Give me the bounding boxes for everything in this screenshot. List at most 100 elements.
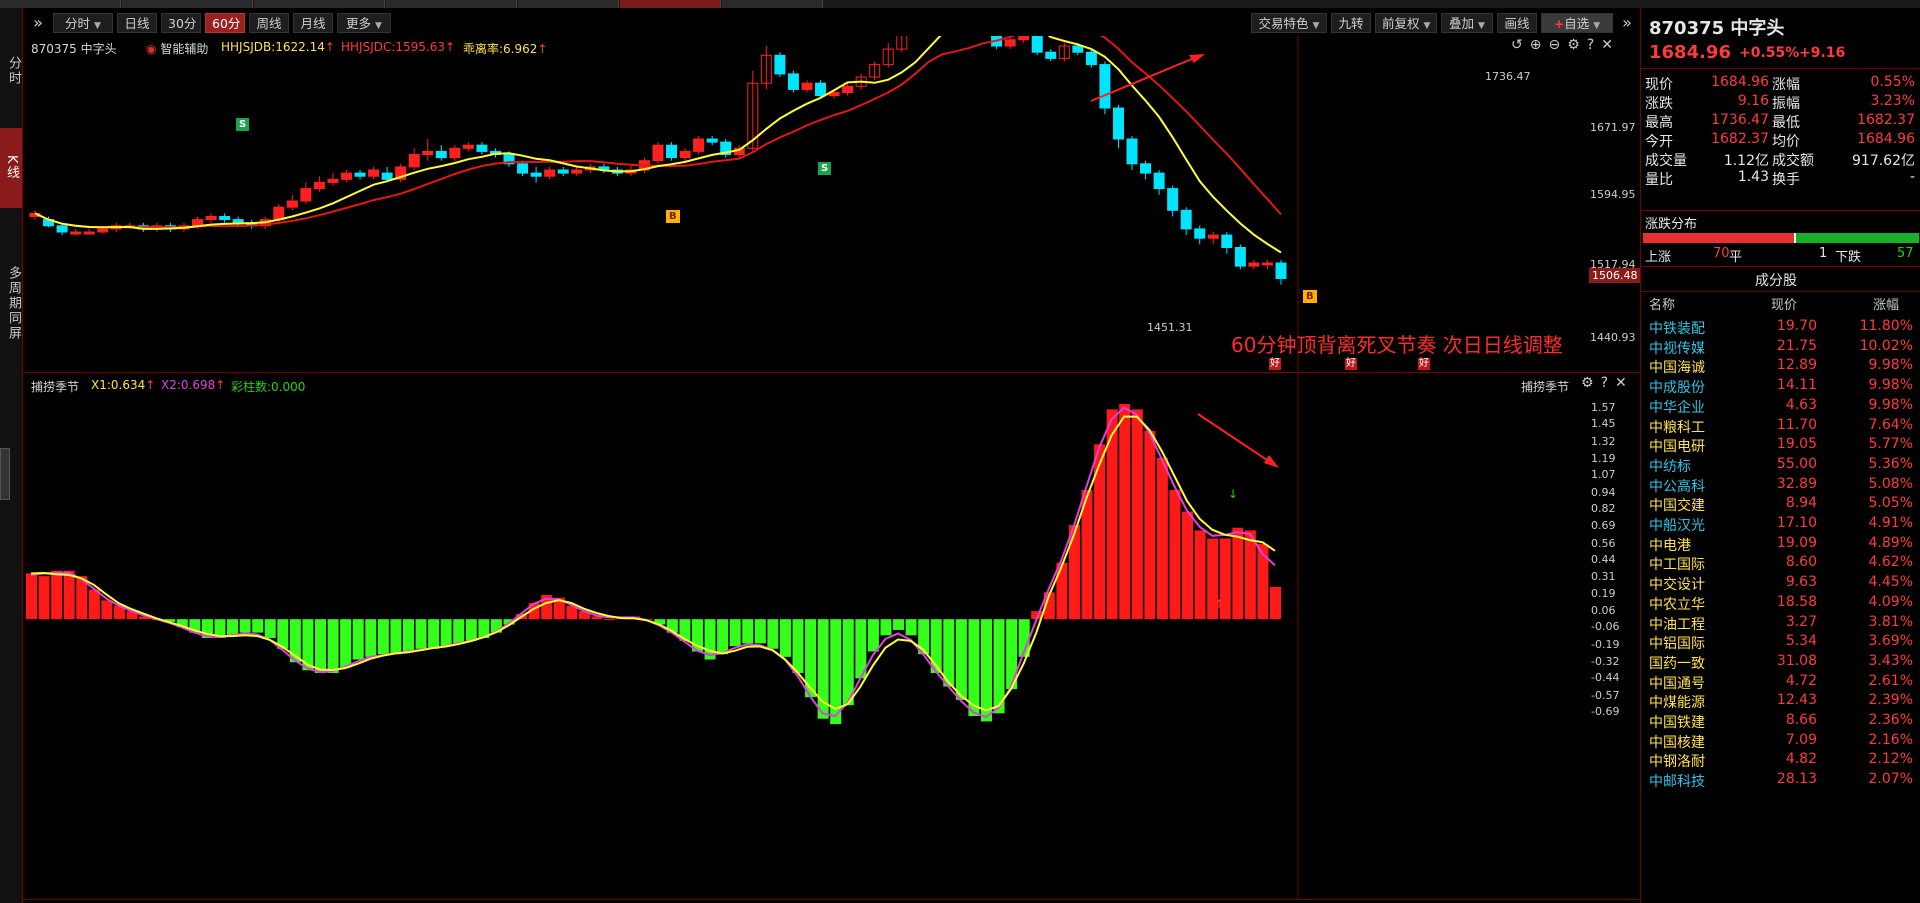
top-tab[interactable] [386, 0, 517, 8]
axis-tick-label: 1.57 [1591, 401, 1616, 414]
histogram-bar [604, 619, 616, 621]
candle-body [70, 231, 82, 235]
chevron-down-icon: ▼ [1423, 21, 1431, 31]
top-tab-active[interactable] [620, 0, 721, 8]
jiuzhuan-button[interactable]: 九转 [1331, 13, 1371, 33]
list-item[interactable]: 中华企业 4.63 9.98% [1641, 397, 1920, 416]
list-item[interactable]: 中铁装配 19.70 11.80% [1641, 318, 1920, 337]
list-item[interactable]: 国药一致 31.08 3.43% [1641, 653, 1920, 672]
period-button-week[interactable]: 周线 [249, 13, 289, 33]
quote-field-value: 1736.47 [1711, 112, 1769, 128]
quote-field-label: 最高 [1645, 115, 1673, 131]
trade-feature-button[interactable]: 交易特色 ▼ [1251, 13, 1327, 33]
candle-body [462, 144, 474, 149]
list-item[interactable]: 中煤能源 12.43 2.39% [1641, 692, 1920, 711]
kline-chart[interactable] [23, 36, 1639, 372]
list-item[interactable]: 中公高科 32.89 5.08% [1641, 476, 1920, 495]
candle-body [97, 228, 109, 233]
overlay-button[interactable]: 叠加 ▼ [1441, 13, 1493, 33]
list-item[interactable]: 中国海诚 12.89 9.98% [1641, 357, 1920, 376]
period-button-day[interactable]: 日线 [117, 13, 157, 33]
distribution-down-bar [1796, 233, 1919, 243]
candle-body [354, 172, 366, 177]
constituent-pct: 5.05% [1868, 495, 1913, 512]
top-tab[interactable] [722, 0, 823, 8]
chevron-down-icon: ▼ [1478, 21, 1485, 31]
list-item[interactable]: 中交设计 9.63 4.45% [1641, 574, 1920, 593]
sidebar-tab-multi-period[interactable]: 多周期同屏 [0, 248, 22, 358]
histogram-bar [754, 619, 766, 644]
candle-body [544, 169, 556, 177]
list-item[interactable]: 中国电研 19.05 5.77% [1641, 436, 1920, 455]
histogram-bar [365, 619, 377, 657]
period-button-fenshi[interactable]: 分时 ▼ [53, 13, 113, 33]
histogram-bar [88, 589, 100, 620]
expand-left-icon[interactable]: » [27, 13, 49, 33]
constituent-name: 中纺标 [1649, 458, 1691, 475]
candle-body [1004, 39, 1016, 47]
list-item[interactable]: 中纺标 55.00 5.36% [1641, 456, 1920, 475]
list-item[interactable]: 中国交建 8.94 5.05% [1641, 495, 1920, 514]
quote-code-name: 870375 中字头 [1649, 18, 1785, 39]
constituent-pct: 2.16% [1868, 731, 1913, 748]
draw-line-button[interactable]: 画线 [1497, 13, 1537, 33]
quote-field-label: 现价 [1645, 77, 1673, 93]
axis-tick-label: 0.06 [1591, 604, 1616, 618]
list-item[interactable]: 中电港 19.09 4.89% [1641, 535, 1920, 554]
col-header-name[interactable]: 名称 [1649, 294, 1675, 313]
list-item[interactable]: 中粮科工 11.70 7.64% [1641, 417, 1920, 436]
top-tab[interactable] [0, 0, 121, 8]
top-tab[interactable] [122, 0, 253, 8]
axis-tick-label: 1.07 [1591, 468, 1616, 482]
candle-body [313, 181, 325, 190]
period-button-month[interactable]: 月线 [293, 13, 333, 33]
list-item[interactable]: 中工国际 8.60 4.62% [1641, 554, 1920, 573]
list-item[interactable]: 中船汉光 17.10 4.91% [1641, 515, 1920, 534]
constituent-price: 8.94 [1785, 495, 1817, 512]
trend-arrow-head [1264, 455, 1279, 468]
col-header-pct[interactable]: 涨幅 [1873, 294, 1899, 313]
period-button-60min[interactable]: 60分 [205, 13, 245, 33]
chevron-down-icon: ▼ [94, 21, 101, 31]
col-header-price[interactable]: 现价 [1771, 294, 1797, 313]
top-tab[interactable] [518, 0, 619, 8]
list-item[interactable]: 中钢洛耐 4.82 2.12% [1641, 751, 1920, 770]
axis-tick-label: -0.06 [1591, 620, 1620, 634]
indicator-axis: 1.57 1.45 1.32 1.19 1.07 0.94 0.82 0.69 0.56 0.44… [1591, 374, 1639, 899]
candle-body [706, 138, 718, 143]
chevron-down-icon: ▼ [375, 21, 382, 31]
constituent-pct: 2.12% [1868, 751, 1913, 768]
divider [1641, 68, 1920, 69]
list-item[interactable]: 中国铁建 8.66 2.36% [1641, 712, 1920, 731]
list-item[interactable]: 中油工程 3.27 3.81% [1641, 614, 1920, 633]
list-item[interactable]: 中国核建 7.09 2.16% [1641, 732, 1920, 751]
constituent-pct: 9.98% [1868, 357, 1913, 374]
list-item[interactable]: 中农立华 18.58 4.09% [1641, 594, 1920, 613]
sidebar-tab-kline[interactable]: K线 [0, 128, 22, 208]
list-item[interactable]: 中邮科技 28.13 2.07% [1641, 771, 1920, 790]
histogram-bar [1156, 457, 1168, 620]
constituent-price: 7.09 [1785, 731, 1817, 748]
watchlist-button[interactable]: +自选 ▼ [1541, 13, 1613, 33]
quote-change: +9.16 [1799, 45, 1846, 61]
axis-tick-label: 0.69 [1591, 519, 1616, 533]
adjust-button[interactable]: 前复权 ▼ [1375, 13, 1437, 33]
list-item[interactable]: 中铝国际 5.34 3.69% [1641, 633, 1920, 652]
top-tab[interactable] [254, 0, 385, 8]
sell-signal-marker: S [818, 162, 832, 175]
list-item[interactable]: 中国通号 4.72 2.61% [1641, 673, 1920, 692]
sidebar-collapse-handle[interactable] [0, 448, 10, 500]
sidebar-tab-fenshi[interactable]: 分时 [0, 46, 22, 96]
histogram-bar [327, 619, 339, 673]
constituent-name: 中邮科技 [1649, 774, 1705, 791]
list-item[interactable]: 中成股份 14.11 9.98% [1641, 377, 1920, 396]
list-item[interactable]: 中视传媒 21.75 10.02% [1641, 338, 1920, 357]
period-button-more[interactable]: 更多 ▼ [337, 13, 391, 33]
expand-right-icon[interactable]: » [1617, 13, 1637, 33]
indicator-chart[interactable]: ↓↑ [23, 374, 1639, 899]
axis-tick-label: -0.19 [1591, 637, 1620, 651]
period-button-30min[interactable]: 30分 [161, 13, 201, 33]
candle-body [422, 150, 434, 156]
axis-tick-label: -0.57 [1591, 688, 1620, 702]
histogram-bar [1094, 444, 1106, 620]
